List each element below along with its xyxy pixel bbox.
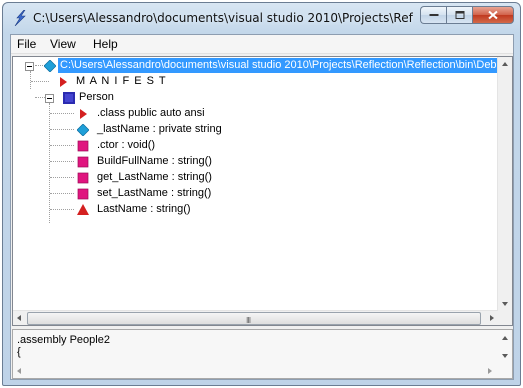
field-icon <box>77 124 89 136</box>
minimize-button[interactable] <box>420 6 446 24</box>
root-path-label: C:\Users\Alessandro\documents\visual stu… <box>58 58 498 73</box>
desc-scroll-right-icon[interactable] <box>488 368 492 374</box>
property-icon <box>77 204 89 215</box>
menu-file[interactable]: File <box>14 37 39 51</box>
horizontal-scroll-thumb[interactable]: III <box>27 312 481 325</box>
member-row[interactable]: BuildFullName : string() <box>13 154 313 170</box>
member-label: get_LastName : string() <box>97 171 212 183</box>
tree-root-row[interactable]: C:\Users\Alessandro\documents\visual stu… <box>13 58 498 74</box>
menu-bar: File View Help <box>11 35 513 54</box>
scroll-left-arrow-icon[interactable] <box>17 315 21 321</box>
tree-horizontal-scrollbar[interactable]: III <box>13 310 498 325</box>
member-row[interactable]: .ctor : void() <box>13 138 313 154</box>
ildasm-app-icon <box>14 10 26 26</box>
description-pane[interactable]: .assembly People2 { <box>12 329 513 379</box>
tree-view[interactable]: C:\Users\Alessandro\documents\visual stu… <box>12 56 513 326</box>
scroll-down-arrow-icon[interactable] <box>502 302 508 306</box>
caption-buttons <box>420 6 514 26</box>
close-button[interactable] <box>472 6 514 24</box>
desc-scroll-up-icon[interactable] <box>502 336 508 340</box>
method-icon <box>77 172 89 184</box>
method-icon <box>77 156 89 168</box>
manifest-label: M A N I F E S T <box>76 75 167 87</box>
method-icon <box>77 140 89 152</box>
description-line: .assembly People2 <box>17 334 110 346</box>
class-icon <box>63 92 75 104</box>
window-title: C:\Users\Alessandro\documents\visual stu… <box>33 11 413 25</box>
member-label: LastName : string() <box>97 203 191 215</box>
manifest-triangle-icon <box>60 77 67 87</box>
tree-vertical-scrollbar[interactable] <box>497 57 512 325</box>
collapse-class-toggle[interactable] <box>45 94 54 103</box>
menu-help[interactable]: Help <box>90 37 121 51</box>
member-label: _lastName : private string <box>97 123 222 135</box>
close-icon <box>488 10 498 20</box>
member-row[interactable]: get_LastName : string() <box>13 170 313 186</box>
maximize-icon <box>455 11 464 19</box>
class-info-icon <box>80 109 87 119</box>
manifest-row[interactable]: M A N I F E S T <box>13 74 313 90</box>
tree-content: C:\Users\Alessandro\documents\visual stu… <box>13 57 498 319</box>
minimize-icon <box>429 14 438 16</box>
maximize-button[interactable] <box>446 6 472 24</box>
title-bar[interactable]: C:\Users\Alessandro\documents\visual stu… <box>3 3 520 33</box>
method-icon <box>77 188 89 200</box>
desc-scroll-left-icon[interactable] <box>17 368 21 374</box>
assembly-diamond-icon <box>44 60 56 72</box>
client-area: File View Help C:\Users\Alessandro\docum… <box>10 34 514 380</box>
class-row-person[interactable]: Person <box>13 90 313 106</box>
class-label: Person <box>79 91 114 103</box>
scroll-right-arrow-icon[interactable] <box>490 315 494 321</box>
member-label: set_LastName : string() <box>97 187 212 199</box>
collapse-root-toggle[interactable] <box>25 62 34 71</box>
member-label: .class public auto ansi <box>97 107 205 119</box>
main-window: C:\Users\Alessandro\documents\visual stu… <box>2 2 521 386</box>
desc-scroll-down-icon[interactable] <box>502 354 508 358</box>
member-label: BuildFullName : string() <box>97 155 212 167</box>
member-row[interactable]: LastName : string() <box>13 202 313 218</box>
member-label: .ctor : void() <box>97 139 156 151</box>
scroll-up-arrow-icon[interactable] <box>502 62 508 66</box>
menu-view[interactable]: View <box>47 37 79 51</box>
member-row[interactable]: _lastName : private string <box>13 122 313 138</box>
member-row[interactable]: .class public auto ansi <box>13 106 313 122</box>
scroll-grip: III <box>246 316 251 325</box>
member-row[interactable]: set_LastName : string() <box>13 186 313 202</box>
description-line: { <box>17 346 21 358</box>
